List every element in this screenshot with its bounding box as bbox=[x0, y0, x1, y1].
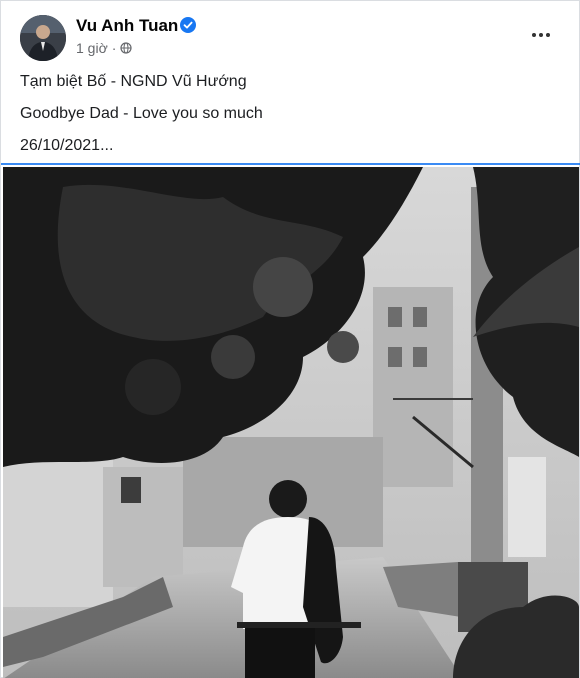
post-card: Vu Anh Tuan 1 giờ · Tạm biệt Bố - NGND V… bbox=[0, 0, 580, 678]
caption-line: Tạm biệt Bố - NGND Vũ Hướng bbox=[20, 73, 247, 90]
photo-image bbox=[3, 167, 579, 678]
more-options-icon[interactable] bbox=[527, 23, 555, 47]
author-name[interactable]: Vu Anh Tuan bbox=[76, 16, 178, 36]
globe-icon[interactable] bbox=[120, 42, 133, 54]
post-photo[interactable] bbox=[3, 167, 579, 678]
caption-line[interactable]: 26/10/2021... bbox=[20, 137, 113, 155]
avatar-image bbox=[20, 15, 66, 61]
author-avatar[interactable] bbox=[20, 15, 66, 61]
meta-separator: · bbox=[111, 40, 117, 56]
post-time[interactable]: 1 giờ bbox=[76, 40, 108, 56]
post-meta: 1 giờ · bbox=[76, 40, 133, 56]
post-header: Vu Anh Tuan 1 giờ · bbox=[1, 1, 580, 67]
verified-badge-icon bbox=[180, 17, 196, 33]
content-divider bbox=[1, 163, 580, 165]
caption-line: Goodbye Dad - Love you so much bbox=[20, 105, 263, 122]
